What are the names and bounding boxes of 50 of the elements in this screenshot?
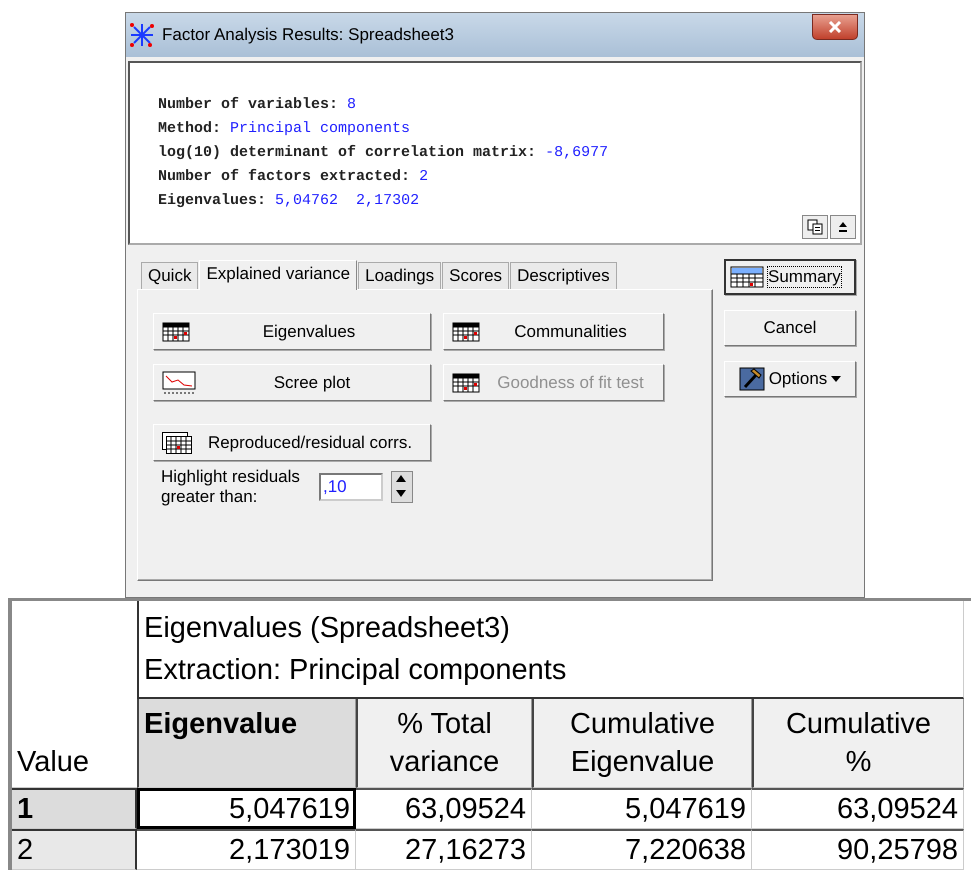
collapse-button[interactable] [830,215,856,239]
action-button[interactable]: Eigenvalues [153,313,431,350]
table-cell: 90,25798 [752,829,964,870]
field-label: Highlight residuals greater than: [161,467,301,507]
spinner[interactable] [391,471,413,503]
window-title: Factor Analysis Results: Spreadsheet3 [162,25,455,45]
caret-icon [831,376,842,382]
copy-button[interactable] [802,215,828,239]
column-header[interactable]: % Total variance [356,699,532,788]
threshold-field[interactable]: ,10 [319,473,383,501]
table-cell: 63,09524 [752,788,964,829]
tab[interactable]: Loadings [358,262,442,289]
table-cell: 63,09524 [356,788,532,829]
row-header[interactable]: 1 [12,788,137,829]
tab[interactable]: Scores [442,262,510,289]
close-button[interactable] [812,14,858,40]
action-button[interactable]: Scree plot [153,364,431,401]
column-header[interactable]: Cumulative % [752,699,964,788]
result-line: log(10) determinant of correlation matrix: -8,6977 [158,143,610,163]
result-line: Number of variables: 8 [158,95,358,115]
result-line: Eigenvalues: 5,04762 2,17302 [158,191,420,211]
column-header[interactable]: Cumulative Eigenvalue [532,699,752,788]
table-icon [162,322,190,342]
side-button[interactable]: Options [724,361,856,397]
side-button[interactable]: Summary [724,259,856,295]
table-cell: 7,220638 [532,829,752,870]
starburst-icon [128,21,156,49]
result-line: Number of factors extracted: 2 [158,167,430,187]
tab[interactable]: Quick [141,262,198,289]
line-chart-icon [162,370,196,394]
result-line: Method: Principal components [158,119,412,139]
tab[interactable]: Descriptives [510,262,617,289]
tab[interactable]: Explained variance [199,260,358,290]
up-arrow-icon [838,221,848,233]
table-icon [452,372,480,392]
table-cell: 2,173019 [137,829,356,870]
column-header[interactable]: Eigenvalue [137,699,356,788]
hammer-icon [738,367,765,391]
tables-icon [162,432,192,454]
table-cell: 5,047619 [137,788,356,829]
close-icon [828,21,842,33]
action-button[interactable]: Communalities [443,313,664,350]
table-cell: 27,16273 [356,829,532,870]
copy-icon [807,219,823,235]
table-cell: 5,047619 [532,788,752,829]
row-header[interactable]: 2 [12,829,137,870]
side-button[interactable]: Cancel [724,310,856,346]
action-button[interactable]: Reproduced/residual corrs. [153,424,431,461]
table-icon [730,266,764,288]
table-icon [452,322,480,342]
